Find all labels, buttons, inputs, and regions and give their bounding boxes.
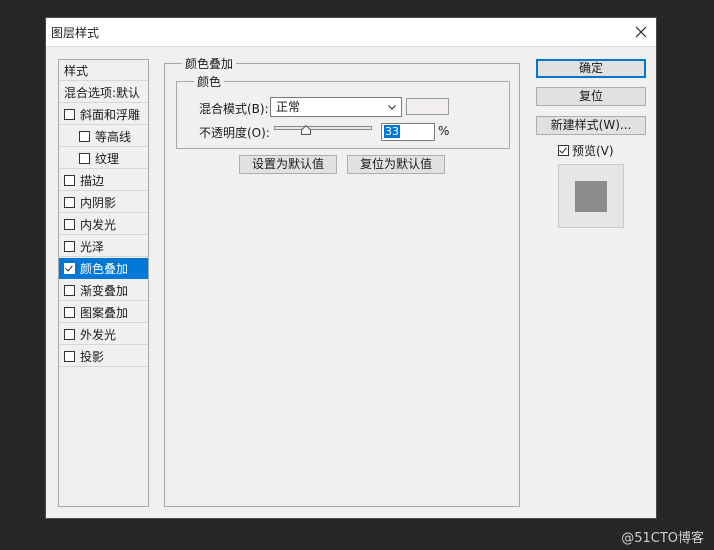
color-overlay-title: 颜色叠加	[182, 55, 237, 72]
style-item-label: 外发光	[80, 327, 117, 342]
style-item-checkbox[interactable]	[79, 130, 90, 142]
opacity-slider-track[interactable]	[274, 126, 372, 130]
ok-button[interactable]: 确定	[536, 59, 646, 78]
style-item-label: 等高线	[95, 129, 132, 144]
style-item-label: 描边	[80, 173, 105, 188]
style-item-label: 投影	[80, 349, 105, 364]
style-item-label: 光泽	[80, 239, 105, 254]
style-item-label: 内阴影	[80, 195, 117, 210]
style-item[interactable]: 描边	[59, 170, 148, 191]
style-item-checkbox[interactable]	[64, 328, 75, 340]
blend-mode-label: 混合模式(B):	[199, 102, 269, 116]
style-item[interactable]: 光泽	[59, 236, 148, 257]
preview-checkbox[interactable]: 预览(V)	[558, 142, 614, 159]
style-item-checkbox[interactable]	[79, 152, 90, 164]
title-bar: 图层样式	[46, 18, 656, 47]
blend-mode-value: 正常	[276, 100, 301, 114]
overlay-color-swatch[interactable]	[406, 98, 449, 115]
style-preview	[558, 164, 624, 228]
preview-label: 预览(V)	[572, 144, 614, 158]
style-item[interactable]: 颜色叠加	[59, 258, 148, 279]
style-item-label: 纹理	[95, 151, 120, 166]
dialog-title: 图层样式	[51, 26, 100, 40]
style-item-checkbox[interactable]	[64, 350, 75, 362]
blend-options-label: 混合选项:默认	[64, 85, 141, 100]
opacity-label: 不透明度(O):	[199, 126, 270, 140]
style-list: 样式 混合选项:默认 斜面和浮雕等高线纹理描边内阴影内发光光泽颜色叠加渐变叠加图…	[58, 59, 149, 507]
style-item-label: 渐变叠加	[80, 283, 129, 298]
style-item-label: 图案叠加	[80, 305, 129, 320]
watermark: @51CTO博客	[621, 531, 704, 546]
opacity-input[interactable]: 33	[381, 123, 435, 141]
blend-options-item[interactable]: 混合选项:默认	[59, 82, 148, 103]
style-item-checkbox[interactable]	[64, 218, 75, 230]
style-item[interactable]: 图案叠加	[59, 302, 148, 323]
styles-header[interactable]: 样式	[59, 60, 148, 81]
chevron-down-icon	[388, 105, 396, 110]
style-item[interactable]: 内阴影	[59, 192, 148, 213]
color-group-title: 颜色	[194, 73, 225, 90]
opacity-slider-thumb[interactable]	[301, 125, 312, 135]
style-item-checkbox[interactable]	[64, 108, 75, 120]
close-button[interactable]	[626, 18, 656, 46]
style-item-checkbox[interactable]	[64, 262, 75, 274]
style-item-checkbox[interactable]	[64, 284, 75, 296]
style-item-label: 斜面和浮雕	[80, 107, 141, 122]
style-item[interactable]: 外发光	[59, 324, 148, 345]
style-item-checkbox[interactable]	[64, 174, 75, 186]
reset-default-button[interactable]: 复位为默认值	[347, 155, 445, 174]
style-item[interactable]: 等高线	[59, 126, 148, 147]
style-item-checkbox[interactable]	[64, 196, 75, 208]
style-item[interactable]: 渐变叠加	[59, 280, 148, 301]
close-icon	[635, 26, 647, 38]
opacity-input-value: 33	[384, 125, 400, 138]
style-item-checkbox[interactable]	[64, 306, 75, 318]
layer-style-dialog: 图层样式 样式 混合选项:默认 斜面和浮雕 等高线 纹理 描边 内阴影 内发光 光泽 颜色叠加…	[45, 17, 657, 519]
style-preview-swatch	[575, 181, 607, 212]
reset-button[interactable]: 复位	[536, 87, 646, 106]
blend-mode-select[interactable]: 正常	[270, 97, 402, 117]
style-item[interactable]: 纹理	[59, 148, 148, 169]
style-item[interactable]: 投影	[59, 346, 148, 367]
style-item-checkbox[interactable]	[64, 240, 75, 252]
new-style-button[interactable]: 新建样式(W)...	[536, 116, 646, 135]
style-item[interactable]: 斜面和浮雕	[59, 104, 148, 125]
preview-checkbox-box[interactable]	[558, 145, 569, 156]
styles-header-label: 样式	[64, 63, 89, 78]
style-item[interactable]: 内发光	[59, 214, 148, 235]
style-item-label: 内发光	[80, 217, 117, 232]
style-item-label: 颜色叠加	[80, 261, 129, 276]
opacity-unit: %	[438, 124, 450, 138]
set-default-button[interactable]: 设置为默认值	[239, 155, 337, 174]
